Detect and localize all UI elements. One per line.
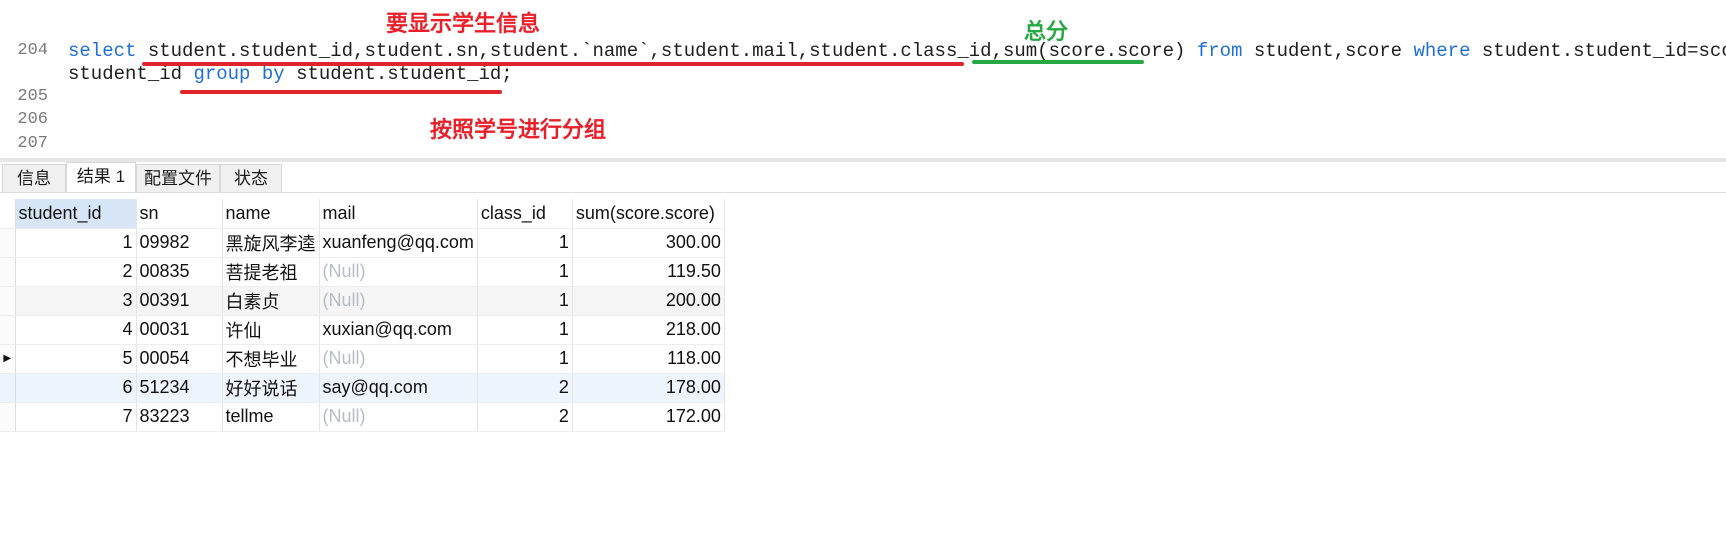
- cell-sn[interactable]: 09982: [136, 228, 223, 258]
- tab-result-1[interactable]: 结果 1: [66, 162, 136, 192]
- cell-student-id[interactable]: 5: [15, 344, 137, 374]
- sql-line-204-wrap[interactable]: student_id group by student.student_id;: [68, 63, 513, 85]
- row-indicator[interactable]: [0, 373, 16, 403]
- cell-mail[interactable]: say@qq.com: [319, 373, 478, 403]
- tab-profile[interactable]: 配置文件: [136, 164, 220, 192]
- row-indicator[interactable]: [0, 402, 16, 432]
- cell-sum-score[interactable]: 118.00: [572, 344, 725, 374]
- tab-info[interactable]: 信息: [2, 164, 66, 192]
- cell-sum-score[interactable]: 172.00: [572, 402, 725, 432]
- sql-aggregate: sum(score.score): [1002, 40, 1186, 62]
- sql-group-column: student.student_id;: [296, 63, 513, 85]
- cell-name[interactable]: tellme: [222, 402, 320, 432]
- table-row[interactable]: 2 00835 菩提老祖 (Null) 1 119.50: [0, 257, 725, 287]
- sql-editor[interactable]: 要显示学生信息 总分 204 select student.student_id…: [0, 0, 1726, 160]
- tab-status[interactable]: 状态: [220, 164, 282, 192]
- cell-student-id[interactable]: 1: [15, 228, 137, 258]
- row-indicator[interactable]: [0, 228, 16, 258]
- cell-class-id[interactable]: 1: [477, 344, 573, 374]
- row-indicator[interactable]: [0, 315, 16, 345]
- cell-class-id[interactable]: 1: [477, 286, 573, 316]
- cell-mail[interactable]: (Null): [319, 344, 478, 374]
- sql-condition: student.student_id=score.: [1481, 40, 1726, 62]
- line-number: 206: [17, 110, 48, 129]
- cell-name[interactable]: 不想毕业: [222, 344, 320, 374]
- current-row-marker-icon[interactable]: ▶: [0, 344, 16, 374]
- cell-sn[interactable]: 83223: [136, 402, 223, 432]
- cell-mail[interactable]: xuanfeng@qq.com: [319, 228, 478, 258]
- sql-line-204[interactable]: select student.student_id,student.sn,stu…: [68, 40, 1726, 62]
- table-row[interactable]: 7 83223 tellme (Null) 2 172.00: [0, 402, 725, 432]
- cell-sum-score[interactable]: 218.00: [572, 315, 725, 345]
- cell-name[interactable]: 好好说话: [222, 373, 320, 403]
- table-row[interactable]: 3 00391 白素贞 (Null) 1 200.00: [0, 286, 725, 316]
- column-header-sum-score[interactable]: sum(score.score): [572, 199, 725, 229]
- cell-name[interactable]: 黑旋风李逵: [222, 228, 320, 258]
- annotation-show-info: 要显示学生信息: [386, 11, 541, 36]
- cell-class-id[interactable]: 1: [477, 228, 573, 258]
- line-number: 205: [17, 87, 48, 106]
- cell-class-id[interactable]: 1: [477, 257, 573, 287]
- underline-select-columns: [142, 62, 964, 66]
- cell-mail[interactable]: (Null): [319, 257, 478, 287]
- cell-sum-score[interactable]: 178.00: [572, 373, 725, 403]
- underline-aggregate: [972, 60, 1144, 64]
- cell-sum-score[interactable]: 119.50: [572, 257, 725, 287]
- line-number: 207: [17, 134, 48, 153]
- sql-select-columns: student.student_id,student.sn,student.`n…: [147, 40, 1003, 62]
- cell-sum-score[interactable]: 300.00: [572, 228, 725, 258]
- sql-keyword-from: from: [1196, 40, 1243, 62]
- column-header-mail[interactable]: mail: [319, 199, 478, 229]
- cell-sn[interactable]: 00031: [136, 315, 223, 345]
- table-row[interactable]: 6 51234 好好说话 say@qq.com 2 178.00: [0, 373, 725, 403]
- cell-class-id[interactable]: 2: [477, 373, 573, 403]
- cell-class-id[interactable]: 2: [477, 402, 573, 432]
- line-number: 204: [17, 41, 48, 60]
- cell-name[interactable]: 菩提老祖: [222, 257, 320, 287]
- row-indicator-header: [0, 199, 16, 229]
- cell-student-id[interactable]: 7: [15, 402, 137, 432]
- cell-mail[interactable]: (Null): [319, 286, 478, 316]
- cell-student-id[interactable]: 2: [15, 257, 137, 287]
- cell-student-id[interactable]: 4: [15, 315, 137, 345]
- cell-sn[interactable]: 51234: [136, 373, 223, 403]
- result-grid[interactable]: student_id sn name mail class_id sum(sco…: [0, 199, 725, 432]
- row-indicator[interactable]: [0, 257, 16, 287]
- row-indicator[interactable]: [0, 286, 16, 316]
- table-row[interactable]: 4 00031 许仙 xuxian@qq.com 1 218.00: [0, 315, 725, 345]
- column-header-sn[interactable]: sn: [136, 199, 223, 229]
- cell-mail[interactable]: xuxian@qq.com: [319, 315, 478, 345]
- cell-student-id[interactable]: 3: [15, 286, 137, 316]
- column-header-student-id[interactable]: student_id: [15, 199, 137, 229]
- cell-student-id[interactable]: 6: [15, 373, 137, 403]
- cell-name[interactable]: 白素贞: [222, 286, 320, 316]
- sql-condition-cont: student_id: [68, 63, 183, 85]
- sql-tables: student,score: [1253, 40, 1403, 62]
- cell-sn[interactable]: 00835: [136, 257, 223, 287]
- result-tab-bar: 信息 结果 1 配置文件 状态: [0, 162, 1726, 193]
- cell-sn[interactable]: 00054: [136, 344, 223, 374]
- underline-group-by: [180, 90, 502, 94]
- cell-sn[interactable]: 00391: [136, 286, 223, 316]
- column-header-name[interactable]: name: [222, 199, 320, 229]
- grid-header-row: student_id sn name mail class_id sum(sco…: [0, 199, 725, 229]
- sql-keyword-where: where: [1413, 40, 1471, 62]
- sql-keyword-group-by: group by: [193, 63, 285, 85]
- cell-mail[interactable]: (Null): [319, 402, 478, 432]
- cell-name[interactable]: 许仙: [222, 315, 320, 345]
- table-row[interactable]: ▶ 5 00054 不想毕业 (Null) 1 118.00: [0, 344, 725, 374]
- sql-keyword-select: select: [68, 40, 137, 62]
- cell-class-id[interactable]: 1: [477, 315, 573, 345]
- table-row[interactable]: 1 09982 黑旋风李逵 xuanfeng@qq.com 1 300.00: [0, 228, 725, 258]
- cell-sum-score[interactable]: 200.00: [572, 286, 725, 316]
- column-header-class-id[interactable]: class_id: [477, 199, 573, 229]
- annotation-group: 按照学号进行分组: [430, 117, 607, 142]
